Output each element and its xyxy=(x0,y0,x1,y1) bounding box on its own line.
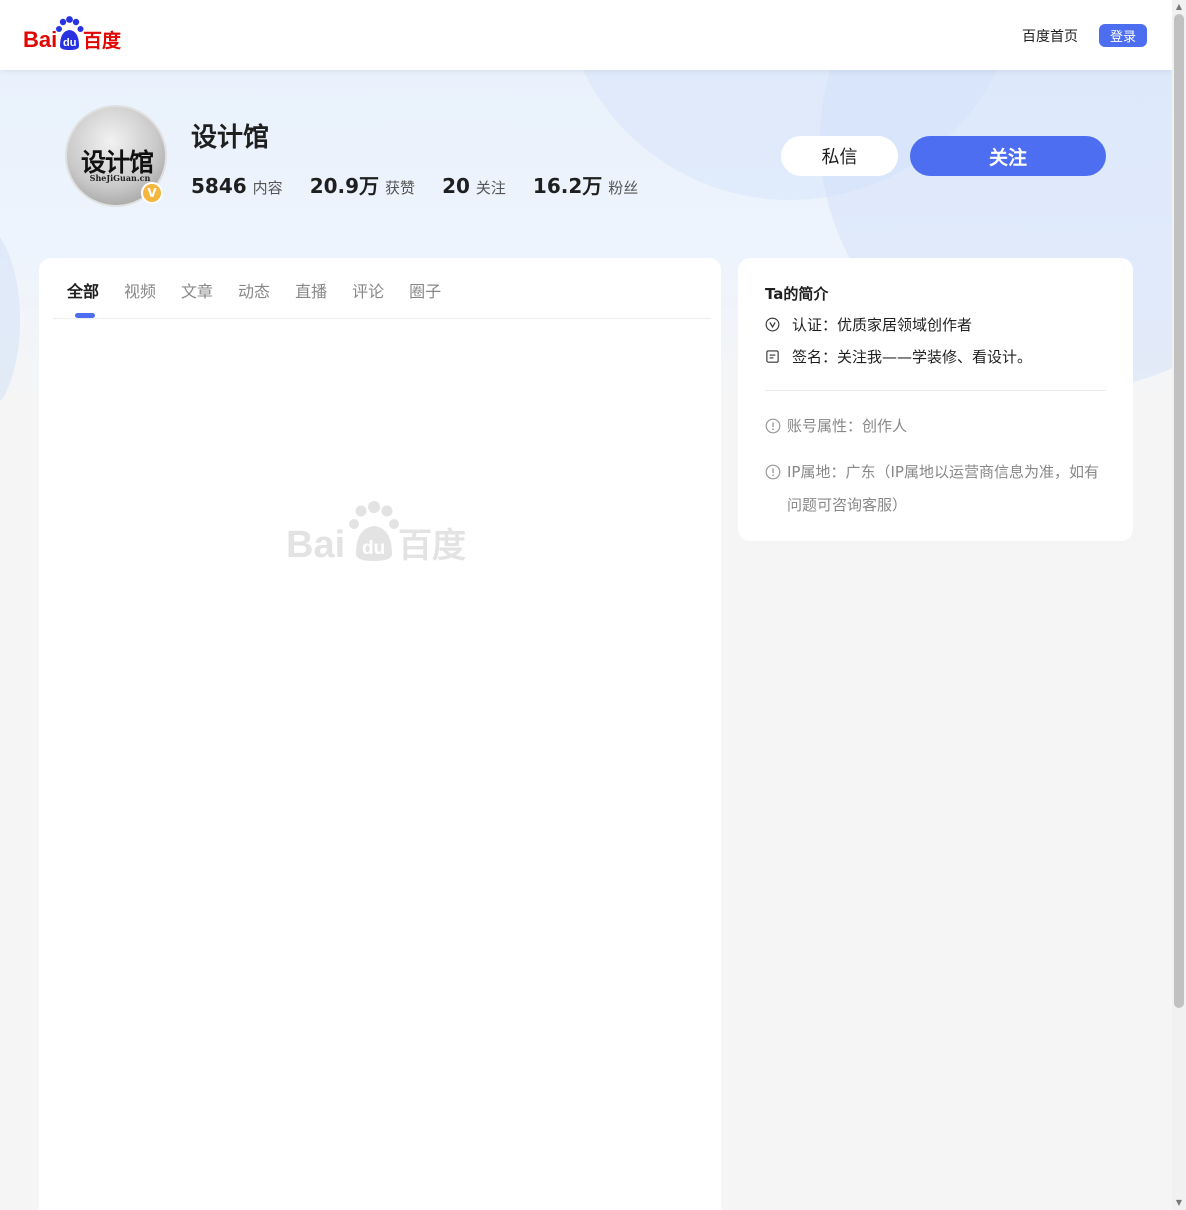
tab-all[interactable]: 全部 xyxy=(67,278,99,302)
follow-button[interactable]: 关注 xyxy=(910,136,1106,176)
intro-title: Ta的简介 xyxy=(765,285,829,303)
baidu-home-link[interactable]: 百度首页 xyxy=(1022,26,1078,46)
info-alert-icon xyxy=(765,418,781,434)
intro-panel: Ta的简介 认证：优质家居领域创作者 签名：关注我——学装修、看设计。 账号属性… xyxy=(738,258,1133,541)
loading-baidu-logo: Bai du 百度 xyxy=(286,501,466,563)
svg-text:百度: 百度 xyxy=(83,29,122,52)
ip-location-text: IP属地：广东（IP属地以运营商信息为准，如有问题可咨询客服） xyxy=(787,463,1099,514)
page: Bai du 百度 百度首页 登录 设计馆 SheJiGuan.cn V 设计馆… xyxy=(0,0,1186,1210)
baidu-logo[interactable]: Bai du 百度 xyxy=(23,16,129,54)
profile-name: 设计馆 xyxy=(191,123,270,153)
logo-du-text: du xyxy=(63,37,76,49)
document-icon xyxy=(766,350,779,363)
stat-followers[interactable]: 16.2万 粉丝 xyxy=(533,170,638,199)
svg-text:du: du xyxy=(362,538,385,559)
login-button[interactable]: 登录 xyxy=(1099,24,1147,47)
tab-dynamic[interactable]: 动态 xyxy=(238,278,270,302)
tab-article[interactable]: 文章 xyxy=(181,278,213,302)
info-alert-icon xyxy=(765,464,781,480)
content-panel: 全部 视频 文章 动态 直播 评论 圈子 Bai du 百度 xyxy=(39,258,721,1210)
stat-content[interactable]: 5846 内容 xyxy=(191,174,283,198)
avatar[interactable]: 设计馆 SheJiGuan.cn V xyxy=(65,105,167,207)
verified-badge-icon: V xyxy=(141,182,163,204)
content-tabs: 全部 视频 文章 动态 直播 评论 圈子 xyxy=(67,278,466,302)
private-message-button[interactable]: 私信 xyxy=(781,136,898,176)
profile-stats: 5846 内容 20.9万 获赞 20 关注 16.2万 粉丝 xyxy=(191,170,665,199)
account-type-row: 账号属性：创作人 xyxy=(765,410,1107,443)
top-nav: Bai du 百度 百度首页 登录 xyxy=(0,0,1172,70)
verified-circle-icon xyxy=(765,317,780,332)
scroll-thumb[interactable] xyxy=(1174,14,1184,1008)
svg-text:Bai: Bai xyxy=(23,27,57,52)
scroll-down-arrow-icon[interactable]: ▼ xyxy=(1175,1199,1183,1207)
intro-divider xyxy=(765,390,1106,391)
signature-text: 签名：关注我——学装修、看设计。 xyxy=(792,348,1033,366)
tab-circle[interactable]: 圈子 xyxy=(409,278,441,302)
stat-following[interactable]: 20 关注 xyxy=(442,174,506,198)
account-type-text: 账号属性：创作人 xyxy=(787,417,908,435)
stat-likes: 20.9万 获赞 xyxy=(309,174,416,198)
tab-live[interactable]: 直播 xyxy=(295,278,327,302)
signature-row: 签名：关注我——学装修、看设计。 xyxy=(765,346,1032,367)
ip-location-row: IP属地：广东（IP属地以运营商信息为准，如有问题可咨询客服） xyxy=(765,456,1107,522)
svg-text:Bai: Bai xyxy=(286,524,345,563)
tab-divider xyxy=(53,318,711,319)
page-scrollbar[interactable]: ▲ ▼ xyxy=(1172,0,1186,1210)
tab-video[interactable]: 视频 xyxy=(124,278,156,302)
certification-row: 认证：优质家居领域创作者 xyxy=(765,314,972,335)
certification-text: 认证：优质家居领域创作者 xyxy=(792,316,973,334)
tab-comment[interactable]: 评论 xyxy=(352,278,384,302)
scroll-up-arrow-icon[interactable]: ▲ xyxy=(1175,3,1183,11)
svg-text:百度: 百度 xyxy=(398,526,466,563)
